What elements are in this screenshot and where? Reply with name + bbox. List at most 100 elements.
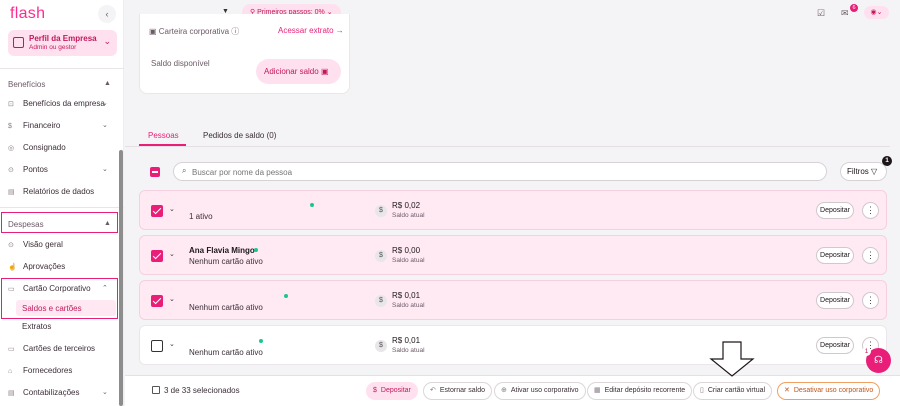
table-row[interactable]: ⌄ Nenhum cartão ativo $ R$ 0,01 Saldo at… — [139, 325, 887, 365]
table-row[interactable]: ⌄ 1 ativo $ R$ 0,02 Saldo atual Deposita… — [139, 190, 887, 230]
sidebar-scrollbar[interactable] — [119, 150, 123, 406]
card-status: Nenhum cartão ativo — [189, 348, 263, 357]
close-icon: ✕ — [784, 387, 790, 394]
wallet-add-icon: ▣ — [320, 67, 329, 76]
filters-button[interactable]: Filtros ▽ — [840, 162, 887, 181]
sidebar-item-visao-geral[interactable]: ⊙ Visão geral — [8, 240, 63, 249]
sidebar-item-beneficios-empresa[interactable]: ⊡ Benefícios da empresa ⌄ — [8, 99, 108, 108]
bulk-deposit-button[interactable]: $ Depositar — [366, 382, 418, 400]
notification-badge: 6 — [850, 4, 858, 12]
chevron-up-icon[interactable]: ▲ — [104, 220, 111, 227]
create-virtual-card-button[interactable]: ▯ Criar cartão virtual — [693, 382, 773, 400]
table-row[interactable]: ⌄ Ana Flavia Mingo Nenhum cartão ativo $… — [139, 235, 887, 275]
info-icon: ⓘ — [231, 27, 240, 36]
section-despesas[interactable]: Despesas — [8, 220, 44, 229]
sidebar-item-aprovacoes[interactable]: ☝ Aprovações — [8, 262, 65, 271]
tabs-divider — [125, 146, 890, 147]
filter-icon: ▽ — [871, 167, 878, 176]
table-row[interactable]: ⌄ Nenhum cartão ativo $ R$ 0,01 Saldo at… — [139, 280, 887, 320]
chevron-down-icon: ⌄ — [102, 122, 108, 129]
tab-pessoas[interactable]: Pessoas — [148, 131, 179, 140]
store-icon: ⌂ — [8, 368, 13, 375]
sidebar-item-extratos[interactable]: Extratos — [22, 322, 51, 331]
deposit-button[interactable]: Depositar — [816, 292, 854, 309]
chevron-down-icon: ⌄ — [103, 36, 111, 46]
row-checkbox[interactable] — [151, 295, 163, 307]
row-checkbox[interactable] — [151, 250, 163, 262]
card-icon: ▭ — [8, 286, 15, 293]
row-checkbox[interactable] — [151, 340, 163, 352]
deactivate-corporate-button[interactable]: ✕ Desativar uso corporativo — [777, 382, 881, 400]
balance-label: Saldo atual — [392, 302, 425, 309]
sidebar: flash ‹ Perfil da Empresa Admin ou gesto… — [0, 0, 124, 406]
clipboard-icon[interactable]: ☑ — [817, 8, 825, 19]
dollar-icon: $ — [373, 387, 377, 394]
add-balance-button[interactable]: Adicionar saldo ▣ — [256, 59, 341, 84]
status-dot — [259, 339, 263, 343]
search-icon: ⌕ — [182, 166, 187, 175]
sidebar-item-fornecedores[interactable]: ⌂ Fornecedores — [8, 366, 72, 375]
search-input[interactable] — [192, 166, 792, 178]
filters-count-badge: 1 — [882, 156, 892, 166]
dollar-icon: $ — [375, 250, 387, 262]
sidebar-item-relatorios[interactable]: ▤ Relatórios de dados — [8, 187, 94, 196]
balance-label: Saldo atual — [392, 212, 425, 219]
balance-label: Saldo atual — [392, 257, 425, 264]
collapse-sidebar-button[interactable]: ‹ — [98, 5, 116, 23]
mail-icon[interactable]: ✉ — [841, 8, 849, 19]
wallet-icon: ▣ — [149, 27, 159, 36]
profile-name: Perfil da Empresa — [29, 34, 97, 43]
sidebar-item-contabilizacoes[interactable]: ▤ Contabilizações ⌄ — [8, 388, 108, 397]
approval-icon: ☝ — [8, 264, 17, 271]
flash-logo: flash — [10, 5, 46, 22]
available-balance-label: Saldo disponível — [151, 59, 210, 68]
more-options-icon[interactable]: ⋮ — [862, 247, 879, 264]
building-icon — [13, 37, 24, 48]
card-status: Nenhum cartão ativo — [189, 303, 263, 312]
sidebar-item-financeiro[interactable]: $ Financeiro ⌄ — [8, 121, 108, 130]
more-options-icon[interactable]: ⋮ — [862, 202, 879, 219]
section-benefits[interactable]: Benefícios — [8, 80, 45, 89]
wallet-label: ▣ Carteira corporativa ⓘ — [149, 27, 240, 36]
deposit-button[interactable]: Depositar — [816, 202, 854, 219]
edit-recurring-deposit-button[interactable]: ▦ Editar depósito recorrente — [587, 382, 693, 400]
status-dot — [254, 248, 258, 252]
sidebar-item-consignado[interactable]: ◎ Consignado — [8, 143, 66, 152]
sidebar-item-cartoes-terceiros[interactable]: ▭ Cartões de terceiros — [8, 344, 95, 353]
chevron-down-icon: ⌄ — [102, 389, 108, 396]
balance-label: Saldo atual — [392, 347, 425, 354]
chevron-up-icon[interactable]: ▲ — [104, 80, 111, 87]
access-statement-link[interactable]: Acessar extrato → — [278, 26, 344, 35]
chevron-down-icon[interactable]: ⌄ — [169, 295, 175, 303]
profile-role: Admin ou gestor — [29, 44, 77, 51]
deposit-button[interactable]: Depositar — [816, 247, 854, 264]
chevron-down-icon[interactable]: ⌄ — [169, 250, 175, 258]
select-all-checkbox[interactable] — [150, 167, 160, 177]
sidebar-item-cartao-corporativo[interactable]: ▭ Cartão Corporativo ⌃ — [8, 284, 108, 293]
chevron-down-icon: ⌄ — [102, 100, 108, 107]
search-field[interactable]: ⌕ — [173, 162, 827, 181]
ledger-icon: ▤ — [8, 390, 15, 397]
sidebar-item-saldos-cartoes[interactable]: Saldos e cartões — [22, 304, 82, 313]
help-badge: 1 — [862, 347, 871, 356]
profile-switcher[interactable]: Perfil da Empresa Admin ou gestor ⌄ — [8, 30, 117, 56]
chevron-down-icon[interactable]: ⌄ — [169, 340, 175, 348]
user-menu-button[interactable]: ◉⌄ — [864, 6, 889, 19]
minus-checkbox-icon[interactable] — [152, 386, 160, 394]
card-icon: ▭ — [8, 346, 15, 353]
corporate-wallet-panel: ▣ Carteira corporativa ⓘ Acessar extrato… — [139, 14, 350, 94]
activate-corporate-button[interactable]: ⊕ Ativar uso corporativo — [494, 382, 586, 400]
balance-amount: R$ 0,01 — [392, 291, 421, 300]
balance-amount: R$ 0,02 — [392, 201, 421, 210]
more-options-icon[interactable]: ⋮ — [862, 292, 879, 309]
deposit-button[interactable]: Depositar — [816, 337, 854, 354]
money-icon: $ — [8, 123, 12, 130]
chevron-down-icon[interactable]: ⌄ — [169, 205, 175, 213]
row-checkbox[interactable] — [151, 205, 163, 217]
sidebar-item-pontos[interactable]: ⊙ Pontos ⌄ — [8, 165, 108, 174]
user-icon: ◉⌄ — [870, 9, 883, 16]
chevron-up-icon: ⌃ — [102, 285, 108, 292]
person-name: Ana Flavia Mingo — [189, 246, 255, 255]
tab-pedidos-saldo[interactable]: Pedidos de saldo (0) — [203, 131, 276, 140]
reverse-balance-button[interactable]: ↶ Estornar saldo — [423, 382, 493, 400]
